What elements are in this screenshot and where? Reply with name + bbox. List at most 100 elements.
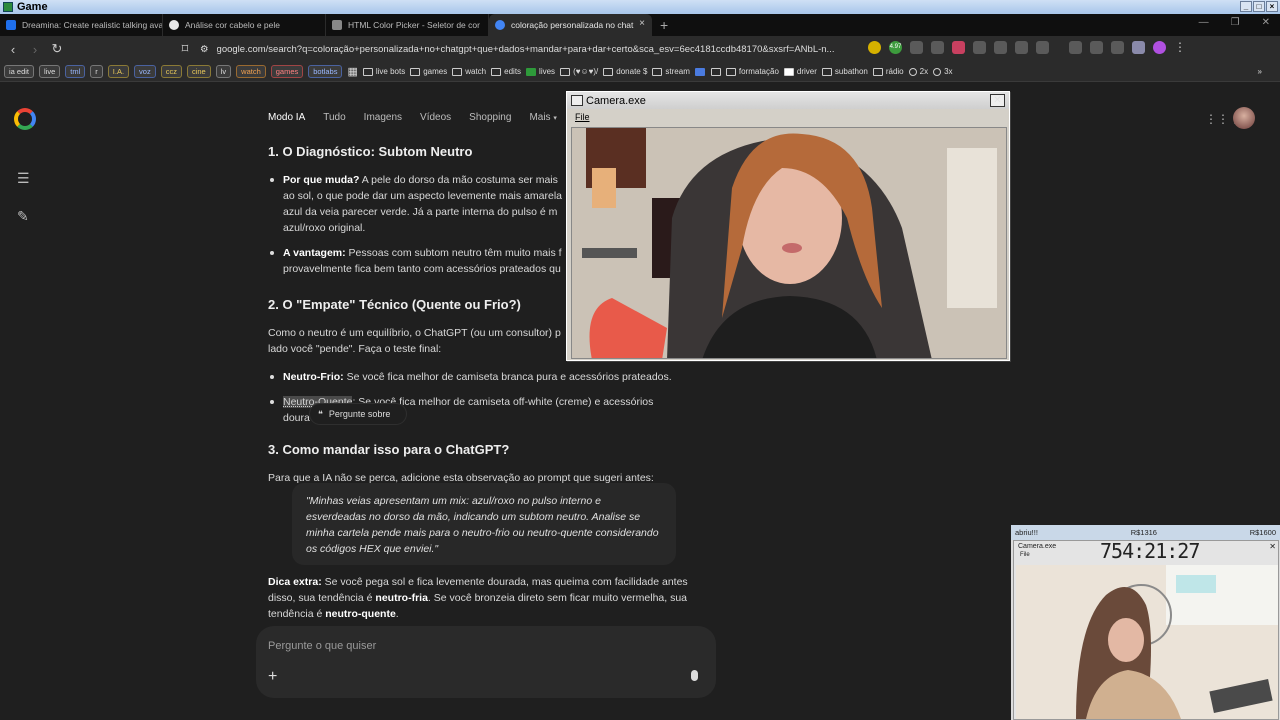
restore-icon[interactable]: ❐ bbox=[1231, 17, 1240, 28]
bookmark-subathon[interactable]: subathon bbox=[821, 67, 868, 76]
back-icon[interactable]: ‹ bbox=[2, 42, 24, 57]
google-icon bbox=[495, 20, 505, 30]
ask-label: Pergunte sobre bbox=[328, 409, 391, 419]
nav-mais[interactable]: Mais ▾ bbox=[529, 112, 556, 123]
extension-icon[interactable] bbox=[1090, 41, 1103, 54]
bookmark-lives[interactable]: lives bbox=[526, 67, 555, 76]
bookmark-games-folder[interactable]: games bbox=[410, 67, 447, 76]
extension-icon[interactable] bbox=[931, 41, 944, 54]
tab-label: HTML Color Picker - Seletor de cor bbox=[348, 20, 480, 30]
bookmark-edits[interactable]: edits bbox=[491, 67, 521, 76]
bookmark-icons[interactable] bbox=[694, 67, 721, 76]
grid-icon[interactable]: ▦ bbox=[347, 65, 357, 78]
bookmark-games[interactable]: games bbox=[270, 65, 304, 78]
profile-icon[interactable] bbox=[1153, 41, 1166, 54]
extension-icon[interactable] bbox=[994, 41, 1007, 54]
extension-icon[interactable] bbox=[1036, 41, 1049, 54]
toolbar: ‹ › ↻ ⌑ ⚙ google.com/search?q=coloração+… bbox=[0, 36, 1280, 62]
prompt-box[interactable]: Pergunte o que quiser + bbox=[256, 626, 716, 698]
ask-about-button[interactable]: ❝ Pergunte sobre bbox=[310, 404, 406, 424]
folder-icon bbox=[872, 67, 883, 76]
avatar[interactable] bbox=[1233, 107, 1255, 129]
extension-icon[interactable] bbox=[1132, 41, 1145, 54]
bookmark-icon[interactable]: ⌑ bbox=[174, 41, 196, 57]
new-tab-icon[interactable]: + bbox=[660, 17, 668, 33]
bookmark-cine[interactable]: cine bbox=[186, 65, 211, 78]
bookmark-stream[interactable]: stream bbox=[652, 67, 690, 76]
tab-label: Análise cor cabelo e pele bbox=[185, 20, 280, 30]
bookmark-donate[interactable]: donate $ bbox=[603, 67, 647, 76]
bookmark-voz[interactable]: voz bbox=[134, 65, 156, 78]
bookmark-radio[interactable]: rádio bbox=[872, 67, 904, 76]
folder-icon bbox=[362, 67, 373, 76]
minimize-icon[interactable]: — bbox=[1199, 17, 1209, 28]
menu-icon[interactable]: ⋮ bbox=[1174, 41, 1187, 54]
list-text: Se você fica melhor de camiseta branca p… bbox=[343, 371, 672, 383]
bookmark-lv[interactable]: lv bbox=[215, 65, 232, 78]
history-icon[interactable]: ☰ bbox=[17, 170, 30, 187]
bookmark-ccz[interactable]: ccz bbox=[160, 65, 182, 78]
nav-tudo[interactable]: Tudo bbox=[323, 112, 345, 123]
bookmark-2x[interactable]: 2x bbox=[908, 67, 928, 76]
tab-coloracao[interactable]: coloração personalizada no chat × bbox=[489, 14, 652, 36]
camera-window[interactable]: Camera.exe ✕ File bbox=[566, 91, 1010, 361]
tab-analise[interactable]: Análise cor cabelo e pele bbox=[163, 14, 326, 36]
sidebar-icon[interactable] bbox=[1069, 41, 1082, 54]
nav-imagens[interactable]: Imagens bbox=[364, 112, 402, 123]
folder-icon bbox=[410, 67, 421, 76]
nav-modo-ia[interactable]: Modo IA bbox=[268, 112, 305, 123]
google-logo-icon[interactable] bbox=[14, 108, 36, 130]
bookmark-r[interactable]: r bbox=[90, 65, 103, 78]
tab-dreamina[interactable]: Dreamina: Create realistic talking ava bbox=[0, 14, 163, 36]
extension-icon[interactable] bbox=[868, 41, 881, 54]
nav-videos[interactable]: Vídeos bbox=[420, 112, 451, 123]
bookmark-ia-edit[interactable]: ia edit bbox=[4, 65, 35, 78]
new-chat-icon[interactable]: ✎ bbox=[17, 208, 29, 225]
bookmark-formatacao[interactable]: formatação bbox=[725, 67, 779, 76]
forward-icon[interactable]: › bbox=[24, 42, 46, 57]
bookmark-live-bots[interactable]: live bots bbox=[362, 67, 405, 76]
minimize-icon[interactable]: _ bbox=[1240, 1, 1252, 12]
reload-icon[interactable]: ↻ bbox=[46, 41, 68, 57]
puzzle-icon[interactable] bbox=[1015, 41, 1028, 54]
stream-scene bbox=[1016, 565, 1278, 719]
url-text: google.com/search?q=coloração+personaliz… bbox=[216, 43, 835, 55]
nav-shopping[interactable]: Shopping bbox=[469, 112, 511, 123]
camera-title-bar[interactable]: Camera.exe bbox=[567, 92, 1009, 109]
tip-text: . bbox=[395, 608, 399, 620]
close-icon[interactable]: ✕ bbox=[990, 94, 1005, 107]
bookmark-3x[interactable]: 3x bbox=[933, 67, 953, 76]
bookmark-driver[interactable]: driver bbox=[783, 67, 817, 76]
bookmark-kaomoji[interactable]: (♥☺♥)/ bbox=[560, 67, 598, 76]
tab-color-picker[interactable]: HTML Color Picker - Seletor de cor bbox=[326, 14, 489, 36]
bookmarks-bar: ia edit live tml r I.A. voz ccz cine lv … bbox=[0, 62, 1280, 82]
bookmark-label: donate $ bbox=[616, 67, 648, 76]
rating-badge[interactable]: 4.97 bbox=[889, 41, 902, 54]
maximize-icon[interactable]: □ bbox=[1253, 1, 1265, 12]
more-bookmarks-icon[interactable]: » bbox=[1258, 67, 1262, 76]
folder-icon bbox=[710, 67, 721, 76]
extension-icon[interactable] bbox=[973, 41, 986, 54]
close-icon[interactable]: × bbox=[1266, 1, 1278, 12]
address-bar[interactable]: ⚙ google.com/search?q=coloração+personal… bbox=[200, 39, 862, 59]
close-icon[interactable]: ✕ bbox=[1262, 17, 1270, 28]
bookmark-tml[interactable]: tml bbox=[65, 65, 86, 78]
bold-label: A vantagem: bbox=[283, 247, 346, 259]
close-tab-icon[interactable]: × bbox=[639, 18, 645, 29]
add-icon[interactable]: + bbox=[268, 668, 277, 686]
bookmark-ia[interactable]: I.A. bbox=[107, 65, 130, 78]
bookmark-live[interactable]: live bbox=[39, 65, 61, 78]
extension-icon[interactable] bbox=[952, 41, 965, 54]
bookmark-label: 3x bbox=[944, 67, 953, 76]
microphone-icon[interactable] bbox=[691, 670, 698, 681]
extension-icon[interactable] bbox=[910, 41, 923, 54]
window-light bbox=[1166, 565, 1278, 625]
globe-icon bbox=[908, 67, 917, 76]
site-info-icon[interactable]: ⚙ bbox=[200, 44, 209, 55]
file-menu[interactable]: File bbox=[567, 109, 1009, 125]
folder-icon bbox=[452, 67, 463, 76]
bookmark-botlabs[interactable]: botlabs bbox=[308, 65, 343, 78]
extension-icon[interactable] bbox=[1111, 41, 1124, 54]
bookmark-watch-folder[interactable]: watch bbox=[452, 67, 486, 76]
bookmark-watch[interactable]: watch bbox=[236, 65, 266, 78]
